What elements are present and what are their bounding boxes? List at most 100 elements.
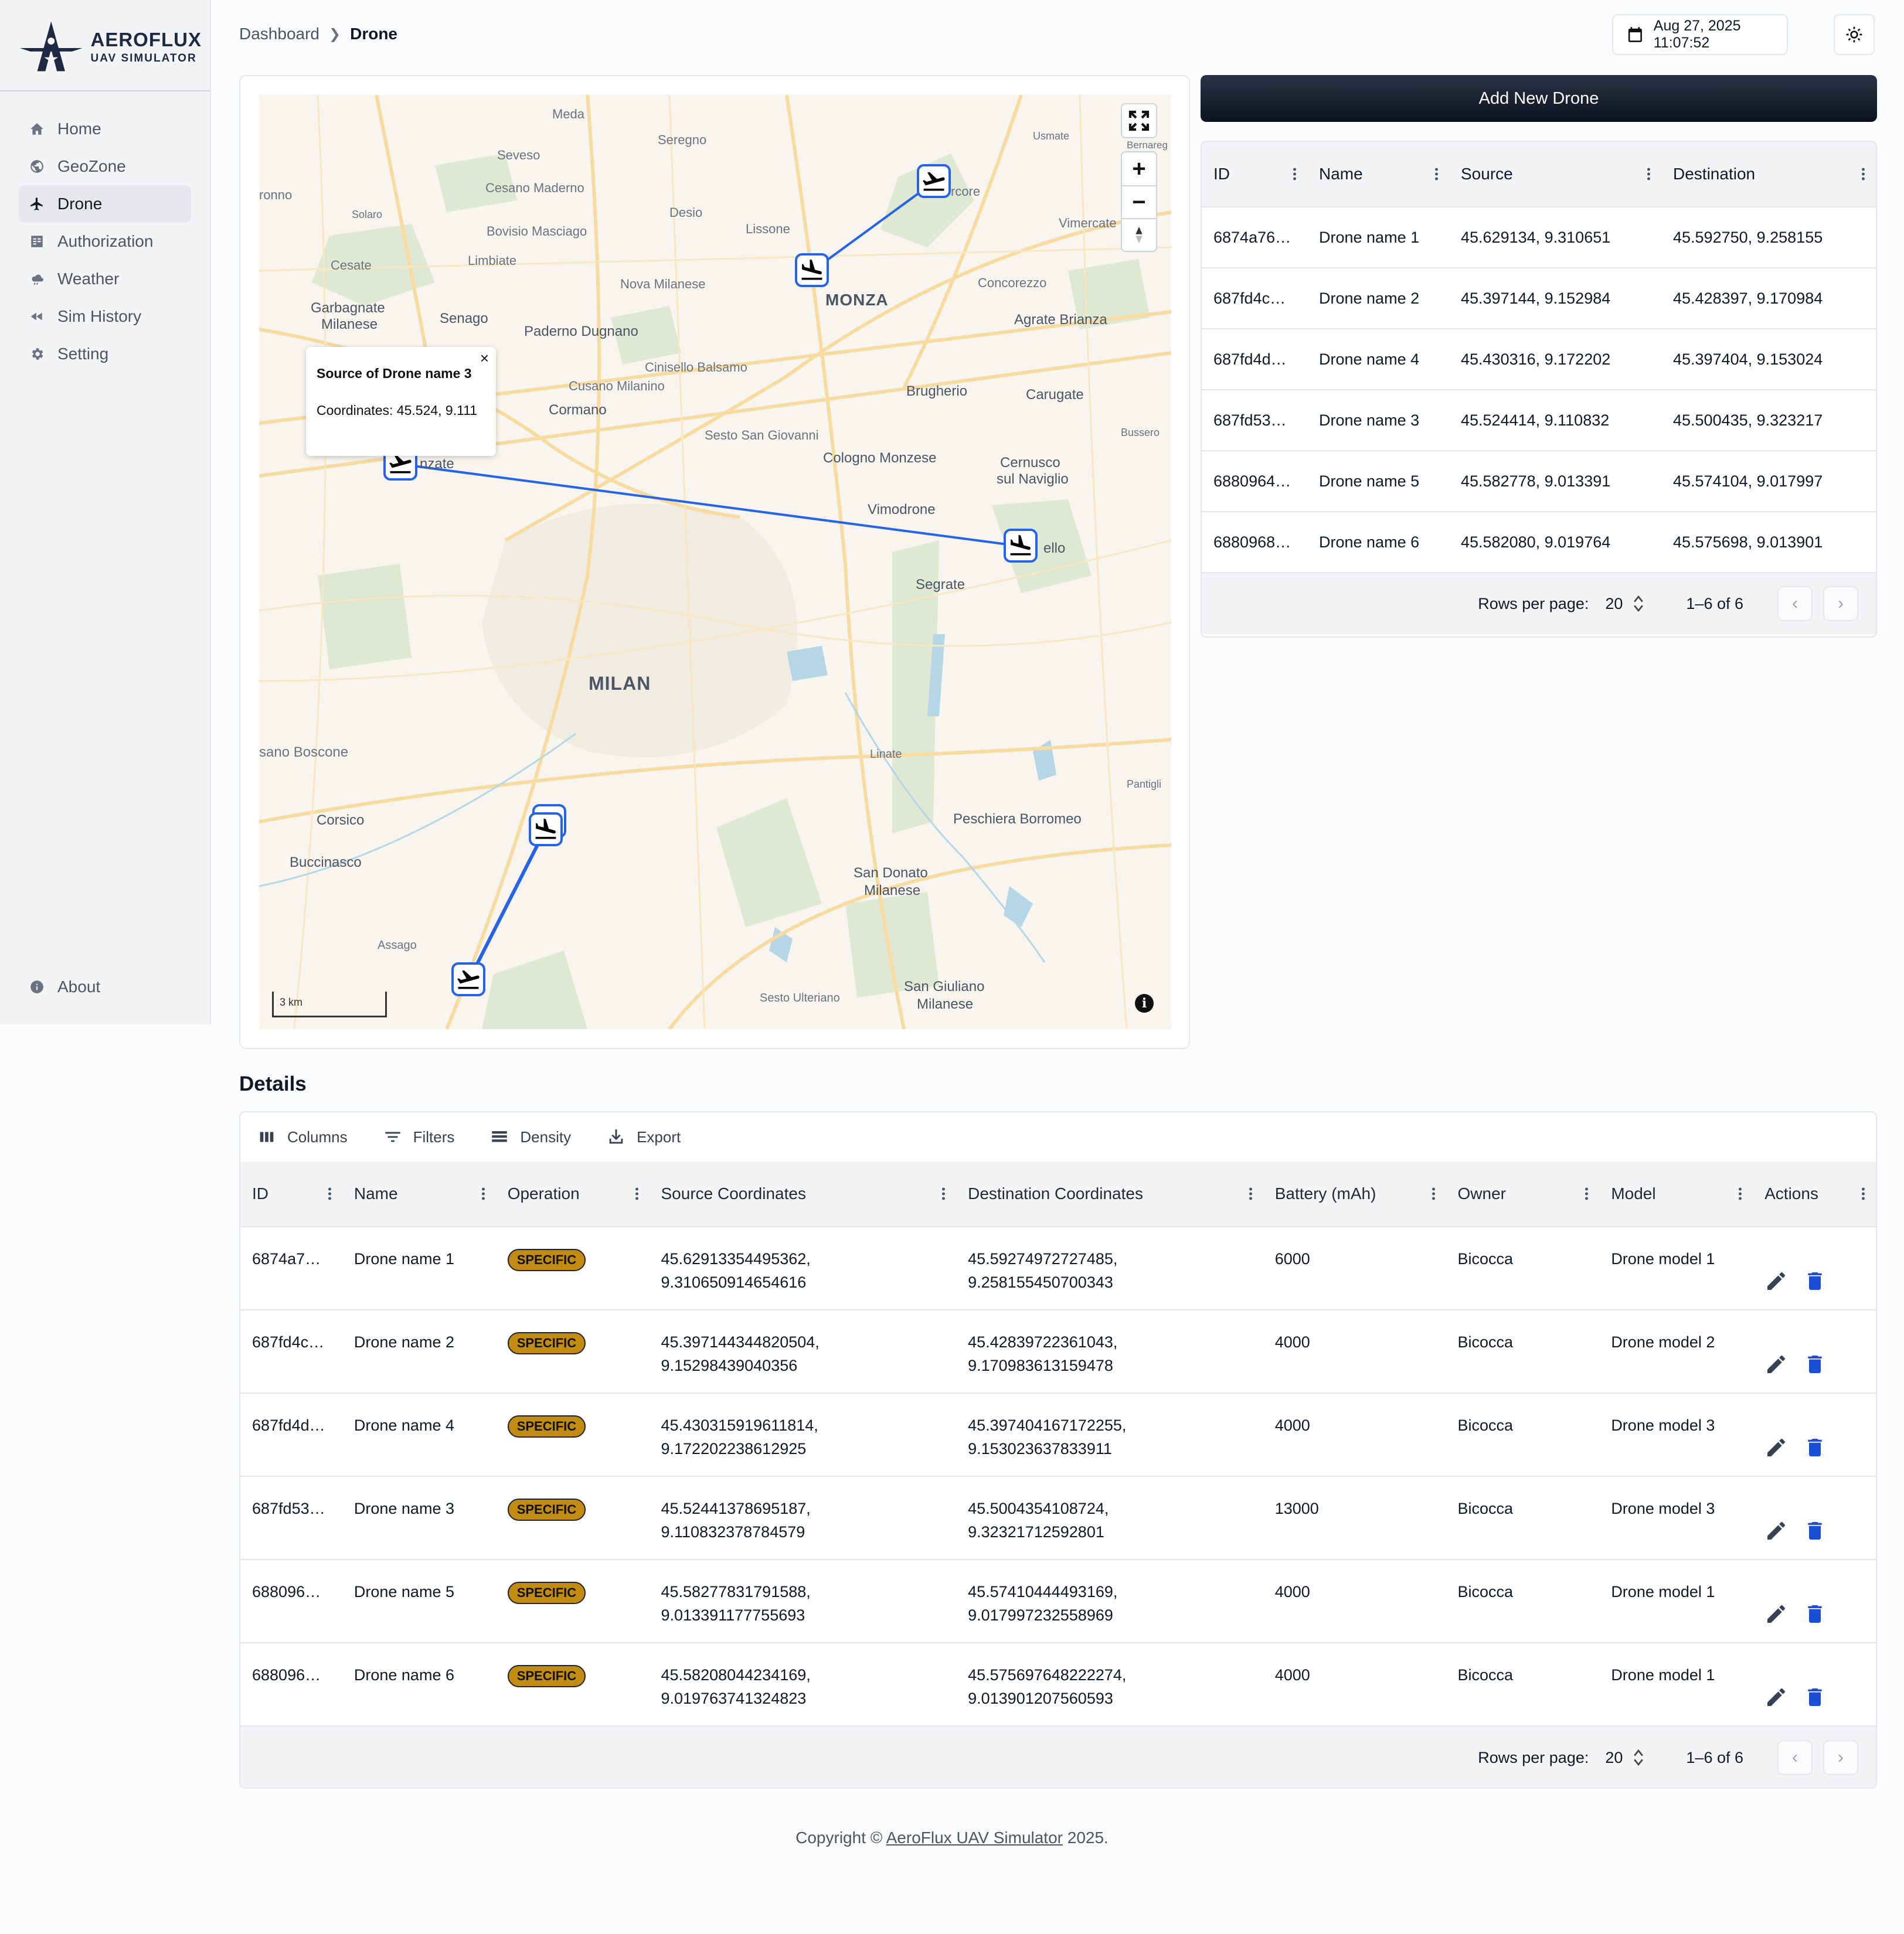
previous-page-button[interactable]: ‹	[1777, 1740, 1813, 1775]
sidebar-item-home[interactable]: Home	[19, 110, 191, 148]
drone-marker-landing[interactable]	[529, 812, 563, 846]
edit-icon[interactable]	[1764, 1269, 1788, 1293]
zoom-out-button[interactable]: −	[1122, 185, 1156, 218]
next-page-button[interactable]: ›	[1823, 1740, 1858, 1775]
edit-icon[interactable]	[1764, 1436, 1788, 1459]
column-header-destination[interactable]: Destination	[1661, 142, 1876, 206]
table-row[interactable]: 688096… Drone name 6 SPECIFIC 45.5820804423…	[240, 1643, 1876, 1727]
column-menu-icon[interactable]	[1862, 166, 1865, 182]
map[interactable]: Meda Seregno Usmate Seveso Bernareg ronn…	[259, 95, 1171, 1029]
breadcrumb-dashboard[interactable]: Dashboard	[239, 25, 319, 43]
density-button[interactable]: Density	[489, 1127, 571, 1147]
column-header-owner[interactable]: Owner	[1446, 1162, 1600, 1226]
edit-icon[interactable]	[1764, 1353, 1788, 1376]
table-row[interactable]: 687fd53… Drone name 3 SPECIFIC 45.524413786…	[240, 1477, 1876, 1560]
sidebar-item-sim-history[interactable]: Sim History	[19, 298, 191, 335]
edit-icon[interactable]	[1764, 1602, 1788, 1626]
table-row[interactable]: 6880964… Drone name 5 45.582778, 9.013391 4…	[1202, 451, 1876, 512]
fullscreen-button[interactable]	[1121, 103, 1157, 138]
id-value: 688096…	[252, 1666, 321, 1684]
column-menu-icon[interactable]	[328, 1186, 332, 1202]
sidebar-item-setting[interactable]: Setting	[19, 335, 191, 373]
delete-icon[interactable]	[1803, 1436, 1827, 1459]
cell-name: Drone name 1	[1319, 228, 1420, 246]
cell-destination-coordinates: 45.42839722361043, 9.170983613159478	[956, 1310, 1263, 1392]
delete-icon[interactable]	[1803, 1602, 1827, 1626]
delete-icon[interactable]	[1803, 1269, 1827, 1293]
cell-name: Drone name 5	[1319, 472, 1420, 490]
column-menu-icon[interactable]	[1861, 1186, 1865, 1202]
column-menu-icon[interactable]	[1647, 166, 1651, 182]
columns-button[interactable]: Columns	[257, 1127, 348, 1147]
cell-owner: Bicocca	[1446, 1643, 1600, 1725]
sidebar-item-label: Home	[57, 120, 101, 138]
logo[interactable]: AEROFLUX UAV SIMULATOR	[14, 18, 202, 76]
filters-button[interactable]: Filters	[383, 1127, 454, 1147]
column-menu-icon[interactable]	[635, 1186, 639, 1202]
info-icon[interactable]: i	[1135, 994, 1154, 1013]
delete-icon[interactable]	[1803, 1686, 1827, 1709]
previous-page-button[interactable]: ‹	[1777, 586, 1813, 621]
table-row[interactable]: 6874a76… Drone name 1 45.629134, 9.310651 4…	[1202, 207, 1876, 268]
table-row[interactable]: 687fd4d… Drone name 4 45.430316, 9.172202 4…	[1202, 329, 1876, 390]
column-menu-icon[interactable]	[481, 1186, 485, 1202]
table-row[interactable]: 6874a7… Drone name 1 SPECIFIC 45.6291335449…	[240, 1227, 1876, 1310]
sidebar-item-geozone[interactable]: GeoZone	[19, 148, 191, 185]
column-header-destination-coordinates[interactable]: Destination Coordinates	[956, 1162, 1263, 1226]
table-row[interactable]: 687fd4c… Drone name 2 SPECIFIC 45.397144344…	[240, 1310, 1876, 1394]
drone-marker-landing[interactable]	[795, 253, 829, 287]
export-button[interactable]: Export	[606, 1127, 681, 1147]
column-menu-icon[interactable]	[1739, 1186, 1742, 1202]
column-header-model[interactable]: Model	[1599, 1162, 1753, 1226]
table-row[interactable]: 687fd4c… Drone name 2 45.397144, 9.152984 4…	[1202, 268, 1876, 329]
compass-icon	[1135, 226, 1143, 244]
rows-per-page-select[interactable]: 20	[1605, 594, 1645, 614]
column-header-source[interactable]: Source	[1449, 142, 1661, 206]
column-menu-icon[interactable]	[1432, 1186, 1436, 1202]
next-page-button[interactable]: ›	[1823, 586, 1858, 621]
grid-header: ID Name Operation Source Coordinates Des…	[240, 1162, 1876, 1227]
column-header-id[interactable]: ID	[240, 1162, 342, 1226]
table-row[interactable]: 687fd4d… Drone name 4 SPECIFIC 45.430315919…	[240, 1394, 1876, 1477]
column-header-operation[interactable]: Operation	[496, 1162, 650, 1226]
theme-toggle-button[interactable]	[1834, 14, 1875, 55]
edit-icon[interactable]	[1764, 1686, 1788, 1709]
popup-close-button[interactable]: ×	[480, 349, 489, 367]
cell-name: Drone name 5	[342, 1560, 496, 1642]
table-row[interactable]: 688096… Drone name 5 SPECIFIC 45.5827783179…	[240, 1560, 1876, 1643]
table-row[interactable]: 6880968… Drone name 6 45.582080, 9.019764 4…	[1202, 512, 1876, 573]
delete-icon[interactable]	[1803, 1519, 1827, 1543]
datetime-picker[interactable]: Aug 27, 2025 11:07:52	[1612, 14, 1788, 55]
column-header-name[interactable]: Name	[342, 1162, 496, 1226]
column-header-name[interactable]: Name	[1307, 142, 1449, 206]
drone-marker-takeoff[interactable]	[451, 962, 485, 996]
source-lng: 9.310650914654616	[661, 1274, 807, 1291]
source-lng: 9.110832378784579	[661, 1523, 805, 1541]
sidebar-item-drone[interactable]: Drone	[19, 185, 191, 223]
cell-id: 687fd53…	[1213, 411, 1287, 429]
add-new-drone-button[interactable]: Add New Drone	[1201, 75, 1877, 122]
edit-icon[interactable]	[1764, 1519, 1788, 1543]
column-header-id[interactable]: ID	[1202, 142, 1307, 206]
drone-marker-takeoff[interactable]	[917, 164, 951, 198]
table-row[interactable]: 687fd53… Drone name 3 45.524414, 9.110832 4…	[1202, 390, 1876, 451]
drone-marker-landing[interactable]	[1004, 529, 1038, 563]
copyright-link[interactable]: AeroFlux UAV Simulator	[886, 1829, 1063, 1847]
column-menu-icon[interactable]	[1249, 1186, 1253, 1202]
column-header-actions[interactable]: Actions	[1753, 1162, 1876, 1226]
column-header-source-coordinates[interactable]: Source Coordinates	[650, 1162, 957, 1226]
map-basemap	[259, 95, 1171, 1029]
zoom-in-button[interactable]: +	[1122, 152, 1156, 185]
column-menu-icon[interactable]	[1435, 166, 1439, 182]
compass-button[interactable]	[1122, 218, 1156, 251]
column-menu-icon[interactable]	[1293, 166, 1297, 182]
column-header-battery[interactable]: Battery (mAh)	[1263, 1162, 1446, 1226]
sidebar-item-weather[interactable]: Weather	[19, 260, 191, 298]
column-menu-icon[interactable]	[1585, 1186, 1589, 1202]
sidebar-item-authorization[interactable]: Authorization	[19, 223, 191, 260]
column-menu-icon[interactable]	[942, 1186, 946, 1202]
sidebar-item-label: Drone	[57, 195, 103, 213]
delete-icon[interactable]	[1803, 1353, 1827, 1376]
rows-per-page-select[interactable]: 20	[1605, 1748, 1645, 1768]
sidebar-item-about[interactable]: About	[19, 968, 191, 1006]
